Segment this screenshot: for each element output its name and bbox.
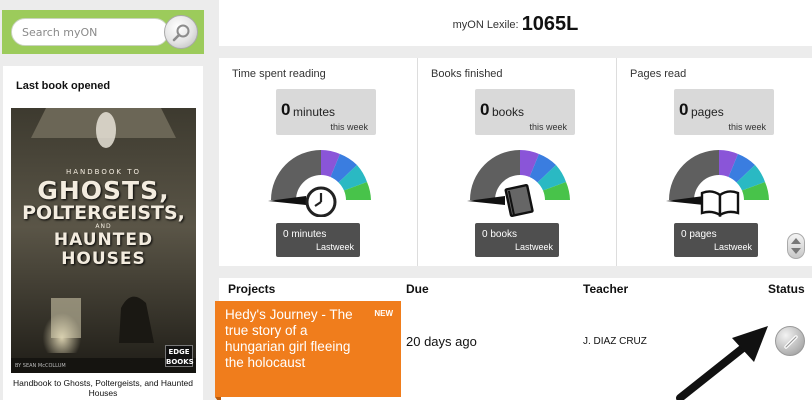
cover-author: BY SEAN McCOLLUM (15, 363, 66, 369)
column-header-due: Due (406, 282, 429, 296)
new-badge: NEW (374, 309, 393, 318)
last-week-label: Lastweek (315, 242, 354, 252)
last-week-box: 0 books Lastweek (475, 223, 559, 257)
up-down-arrows-icon (791, 238, 801, 254)
lexile-header: myON Lexile: 1065L (219, 0, 812, 46)
annotation-arrow (676, 326, 768, 400)
lexile-label: myON Lexile: (452, 19, 519, 31)
stat-time-reading: Time spent reading 0 minutes this week 0… (219, 58, 418, 266)
cover-title: HANDBOOK TO GHOSTS, POLTERGEISTS, AND HA… (22, 168, 185, 269)
clock-icon (305, 186, 337, 217)
search-bar (2, 10, 204, 54)
stat-this-week-box: 0 pages this week (674, 89, 774, 135)
last-week-box: 0 minutes Lastweek (276, 223, 360, 257)
column-header-projects: Projects (228, 282, 276, 296)
search-button[interactable] (164, 15, 198, 49)
publisher-logo: EDGE BOOKS (165, 345, 194, 367)
reading-stats-panel: Time spent reading 0 minutes this week 0… (219, 58, 812, 266)
last-week-box: 0 pages Lastweek (674, 223, 758, 257)
book-caption[interactable]: Handbook to Ghosts, Poltergeists, and Ha… (3, 378, 203, 398)
stat-period: this week (728, 122, 766, 132)
project-due: 20 days ago (406, 334, 477, 349)
book-cover[interactable]: HANDBOOK TO GHOSTS, POLTERGEISTS, AND HA… (11, 108, 196, 373)
search-icon (172, 24, 190, 42)
left-column: Last book opened (0, 0, 206, 400)
gauge-pages (666, 150, 769, 217)
stats-scroll-arrows[interactable] (787, 233, 805, 259)
stat-title: Time spent reading (232, 68, 326, 80)
stat-value: 0 (281, 100, 291, 119)
stat-this-week-box: 0 books this week (475, 89, 575, 135)
lexile-display: myON Lexile: 1065L (219, 13, 812, 36)
stat-unit: books (492, 105, 525, 119)
stat-value: 0 (480, 100, 490, 119)
last-week-label: Lastweek (713, 242, 752, 252)
lexile-value: 1065L (521, 13, 579, 35)
gauge-time (268, 150, 371, 217)
open-book-icon (700, 190, 740, 217)
gauge-books (467, 150, 570, 217)
stat-unit: minutes (293, 105, 336, 119)
stat-unit: pages (691, 105, 724, 119)
last-week-value: 0 pages (681, 229, 717, 240)
column-header-status: Status (768, 282, 805, 296)
stat-pages-read: Pages read 0 pages this week 0 pages Las… (617, 58, 812, 266)
last-week-value: 0 books (482, 229, 518, 240)
stat-title: Pages read (630, 68, 687, 80)
project-title: Hedy's Journey - The true story of a hun… (225, 307, 353, 370)
last-book-panel: Last book opened HANDBOOK TO GHOSTS, POL… (3, 66, 203, 400)
stat-value: 0 (679, 100, 689, 119)
column-header-teacher: Teacher (583, 282, 629, 296)
stat-this-week-box: 0 minutes this week (276, 89, 376, 135)
stat-period: this week (330, 122, 368, 132)
project-title-tag[interactable]: Hedy's Journey - The true story of a hun… (215, 301, 401, 400)
book-icon (504, 183, 534, 217)
stat-period: this week (529, 122, 567, 132)
stat-title: Books finished (431, 68, 503, 80)
last-week-value: 0 minutes (283, 229, 327, 240)
last-week-label: Lastweek (514, 242, 553, 252)
search-input[interactable] (11, 18, 169, 46)
project-teacher: J. DIAZ CRUZ (583, 336, 647, 347)
stat-books-finished: Books finished 0 books this week 0 books… (418, 58, 617, 266)
last-book-heading: Last book opened (16, 80, 111, 92)
